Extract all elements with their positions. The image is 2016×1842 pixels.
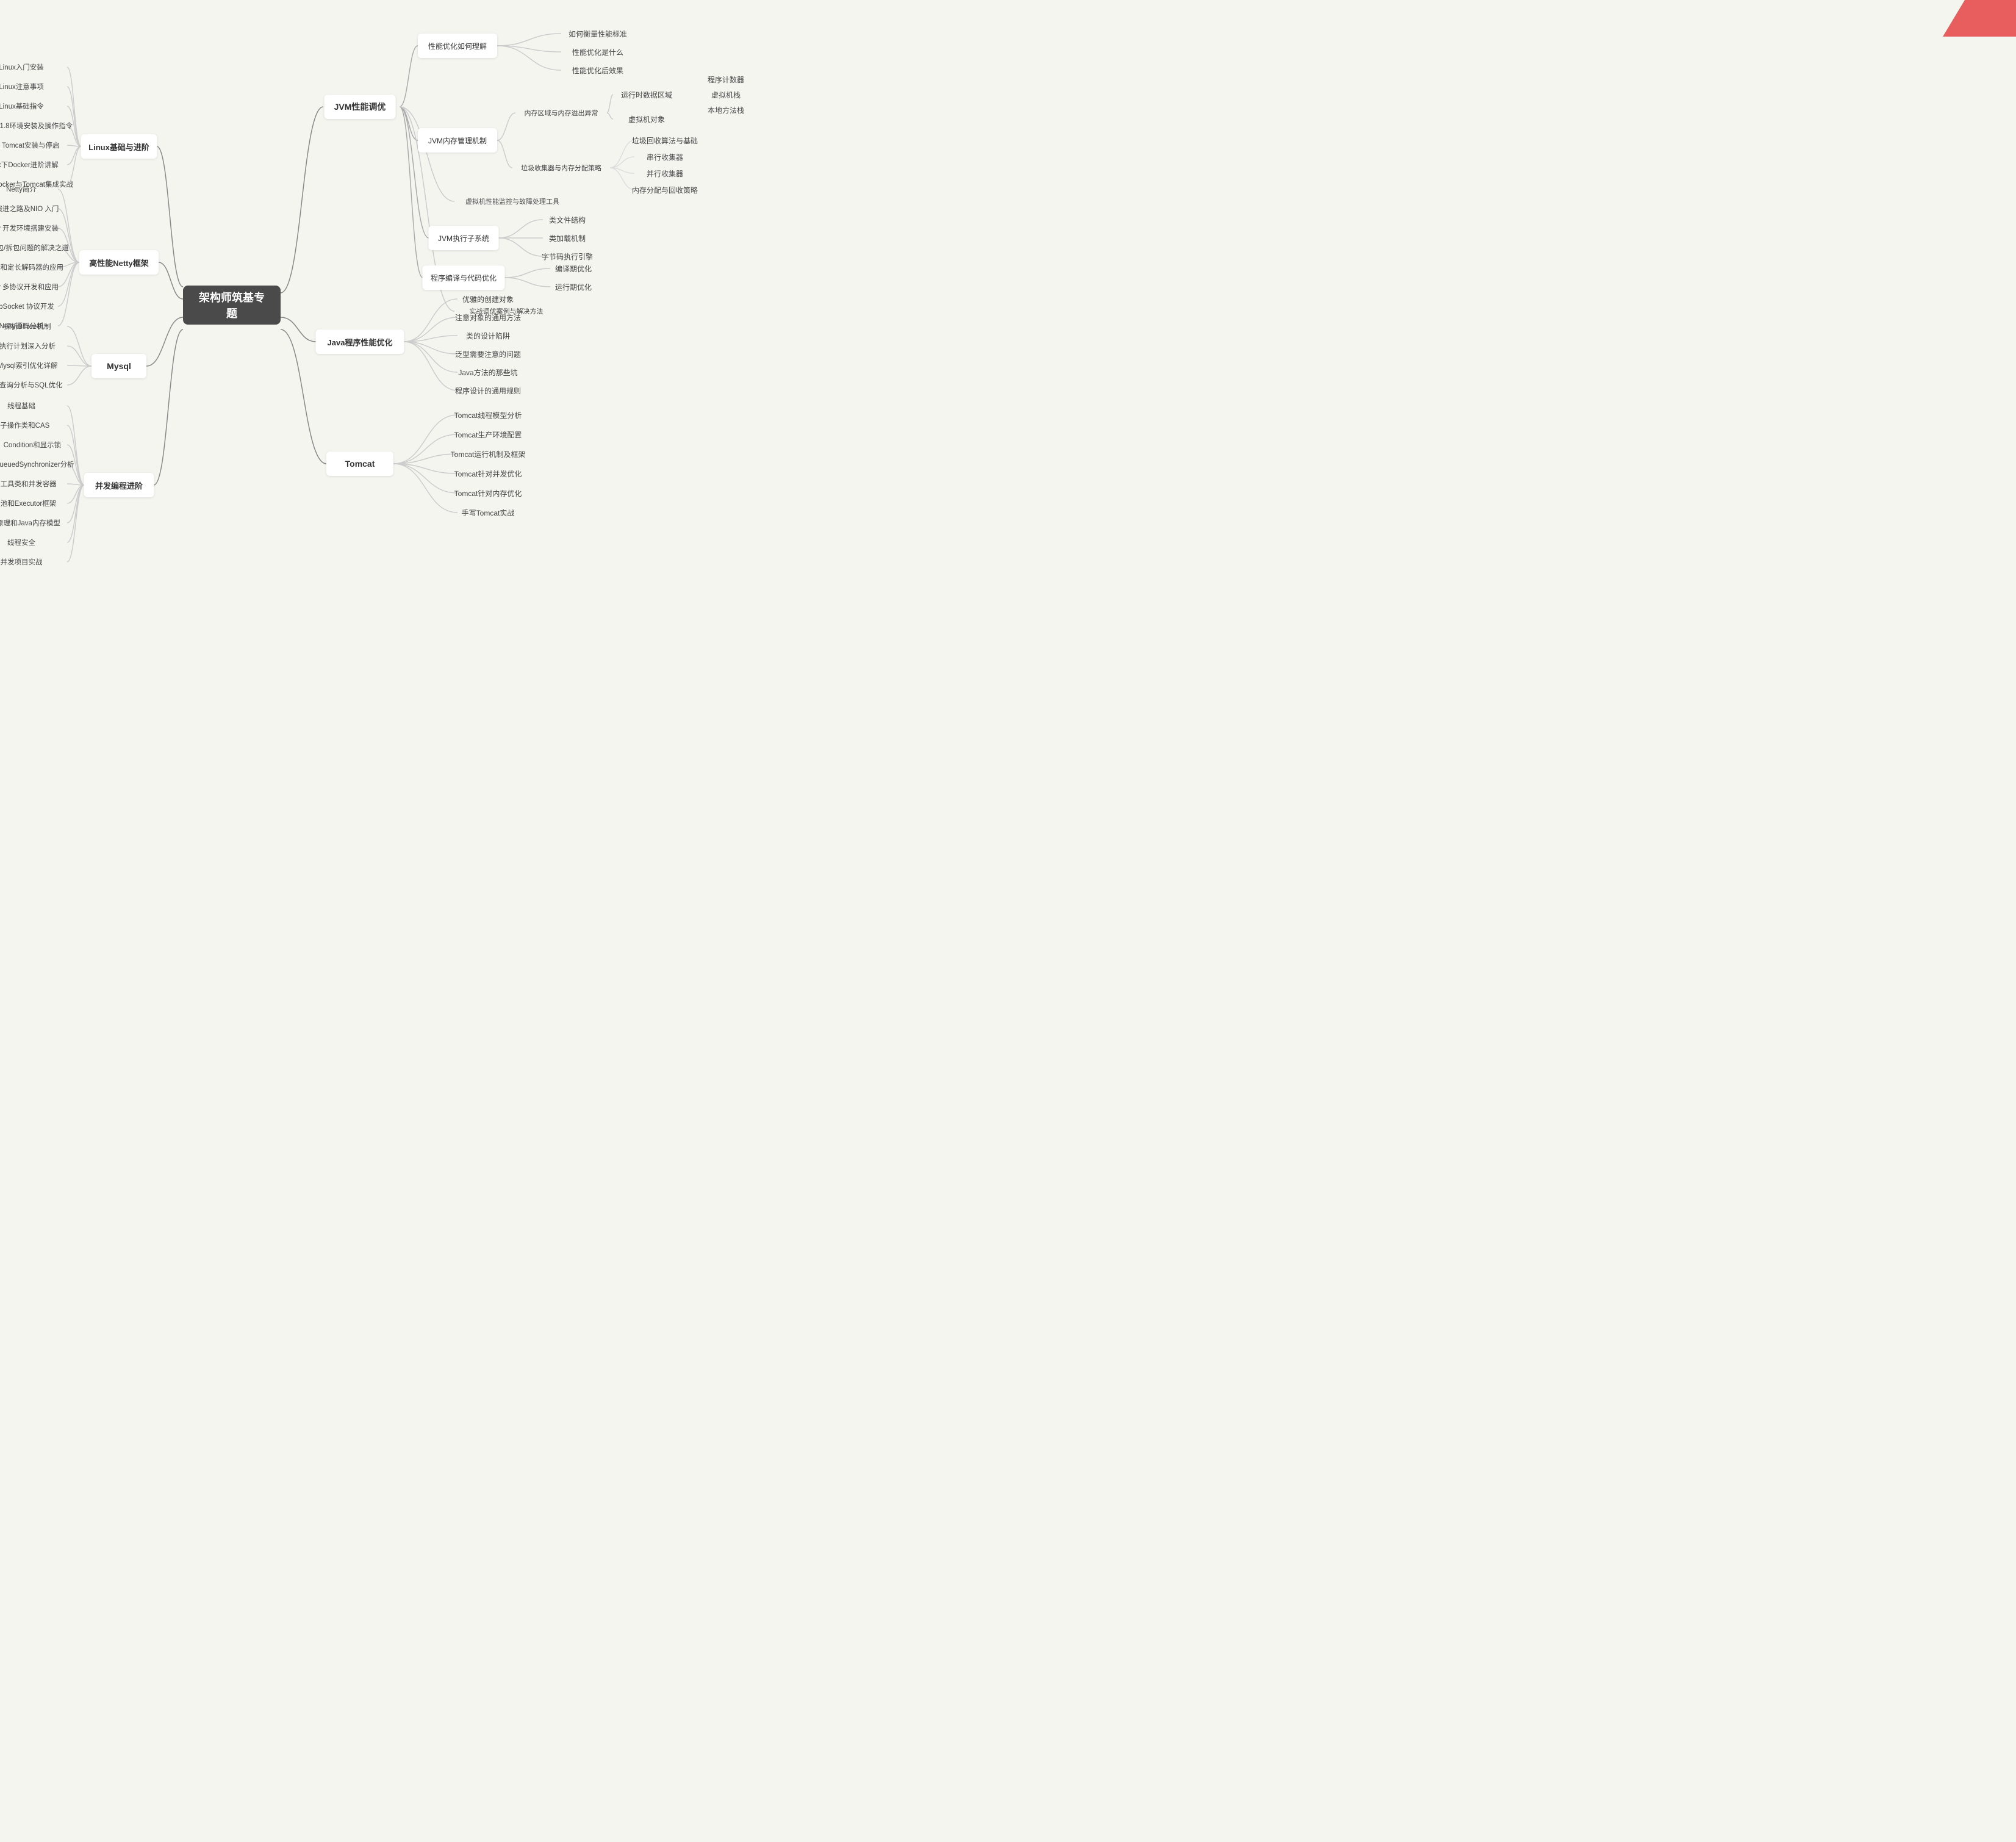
node-原子操作类和CAS: 原子操作类和CAS — [0, 418, 49, 433]
node-注意对象的通用方法: 注意对象的通用方法 — [455, 310, 521, 325]
node-程序编译与代码优化[interactable]: 程序编译与代码优化 — [423, 265, 505, 290]
node-Lock、Condition和显示锁: Lock、Condition和显示锁 — [0, 437, 61, 452]
node-并发工具类和并发容器: 并发工具类和并发容器 — [0, 477, 57, 491]
node-编译期优化: 编译期优化 — [555, 261, 592, 276]
node-WebSocket-协议开发: WebSocket 协议开发 — [0, 299, 54, 314]
node-线程安全: 线程安全 — [7, 535, 35, 550]
node-Linux-Jdk1.8环境安装及操作指: Linux Jdk1.8环境安装及操作指令 — [0, 118, 73, 133]
node-TCP-粘包/拆包问题的解决之道: TCP 粘包/拆包问题的解决之道 — [0, 240, 69, 255]
node-类的设计陷阱: 类的设计陷阱 — [466, 328, 510, 343]
node-Linux入门安装: Linux入门安装 — [0, 60, 44, 74]
node-并发编程进阶[interactable]: 并发编程进阶 — [84, 473, 154, 497]
node-线程池和Executor框架: 线程池和Executor框架 — [0, 496, 56, 511]
node-垃圾回收算法与基础: 垃圾回收算法与基础 — [632, 133, 698, 148]
mind-map: 架构师筑基专题 JVM性能调优 性能优化如何理解 如何衡量性能标准性能优化是什么性能优… — [0, 0, 671, 610]
node-Linux-Tomcat安装与停启: Linux Tomcat安装与停启 — [0, 138, 60, 153]
node-Linux基础指令: Linux基础指令 — [0, 99, 44, 113]
node-I/O-演进之路及NIO-入门: I/O 演进之路及NIO 入门 — [0, 201, 59, 216]
node-执行计划深入分析: 执行计划深入分析 — [0, 339, 56, 353]
node-程序设计的通用规则: 程序设计的通用规则 — [455, 383, 521, 398]
node-JVM性能调优[interactable]: JVM性能调优 — [325, 95, 396, 119]
node-线程基础: 线程基础 — [7, 398, 35, 413]
node-垃圾收集器与内存分配策略: 垃圾收集器与内存分配策略 — [521, 160, 601, 175]
node-虚拟机对象: 虚拟机对象 — [628, 112, 665, 126]
node-性能优化是什么: 性能优化是什么 — [572, 45, 623, 59]
node-Tomcat运行机制及框架: Tomcat运行机制及框架 — [451, 447, 526, 461]
node-手写Tomcat实战: 手写Tomcat实战 — [462, 505, 515, 520]
node-性能优化后效果: 性能优化后效果 — [572, 63, 623, 77]
node-Java程序性能优化[interactable]: Java程序性能优化 — [316, 329, 404, 354]
node-内存区域与内存溢出异常: 内存区域与内存溢出异常 — [525, 106, 598, 120]
node-Linux下Docker与Tomcat集: Linux下Docker与Tomcat集成实战 — [0, 177, 73, 192]
node-泛型需要注意的问题: 泛型需要注意的问题 — [455, 347, 521, 361]
node-Tomcat针对内存优化: Tomcat针对内存优化 — [454, 486, 522, 500]
node-实现原理和Java内存模型: 实现原理和Java内存模型 — [0, 516, 60, 530]
node-虚拟机性能监控与故障处理工具: 虚拟机性能监控与故障处理工具 — [465, 194, 559, 209]
node-Linux下Docker进阶讲解: Linux下Docker进阶讲解 — [0, 157, 59, 172]
node-如何衡量性能标准: 如何衡量性能标准 — [569, 26, 627, 41]
node-JVM执行子系统[interactable]: JVM执行子系统 — [429, 226, 499, 250]
node-Linux基础与进阶[interactable]: Linux基础与进阶 — [81, 134, 157, 159]
node-Tomcat针对并发优化: Tomcat针对并发优化 — [454, 466, 522, 481]
node-AbstractQueuedSynchr: AbstractQueuedSynchronizer分析 — [0, 457, 74, 472]
node-并发项目实战: 并发项目实战 — [1, 555, 43, 569]
node-本地方法栈: 本地方法栈 — [708, 103, 744, 117]
node-JVM内存管理机制[interactable]: JVM内存管理机制 — [418, 128, 497, 153]
node-类加载机制: 类加载机制 — [549, 231, 586, 245]
connections-svg — [0, 0, 671, 610]
watermark — [1943, 0, 2016, 37]
node-架构师筑基专题[interactable]: 架构师筑基专题 — [183, 286, 281, 325]
node-探析BTree机制: 探析BTree机制 — [4, 319, 51, 334]
node-并行收集器: 并行收集器 — [647, 166, 683, 181]
node-优雅的创建对象: 优雅的创建对象 — [462, 292, 514, 306]
node-内存分配与回收策略: 内存分配与回收策略 — [632, 182, 698, 197]
node-Mysql[interactable]: Mysql — [91, 354, 146, 378]
node-Tomcat线程模型分析: Tomcat线程模型分析 — [454, 408, 522, 422]
node-程序计数器: 程序计数器 — [708, 72, 744, 87]
node-Linux注意事项: Linux注意事项 — [0, 79, 44, 94]
node-Tomcat生产环境配置: Tomcat生产环境配置 — [454, 427, 522, 442]
node-Mysql索引优化详解: Mysql索引优化详解 — [0, 358, 58, 373]
node-Tomcat[interactable]: Tomcat — [326, 452, 393, 476]
node-慢查询分析与SQL优化: 慢查询分析与SQL优化 — [0, 378, 63, 392]
node-运行期优化: 运行期优化 — [555, 279, 592, 294]
node-Netty-开发环境搭建安装: Netty 开发环境搭建安装 — [0, 221, 59, 236]
node-虚拟机栈: 虚拟机栈 — [711, 87, 741, 102]
node-类文件结构: 类文件结构 — [549, 212, 586, 227]
node-分隔符和定长解码器的应用: 分隔符和定长解码器的应用 — [0, 260, 63, 275]
node-高性能Netty框架[interactable]: 高性能Netty框架 — [79, 250, 159, 275]
node-性能优化如何理解[interactable]: 性能优化如何理解 — [418, 34, 497, 58]
node-串行收集器: 串行收集器 — [647, 149, 683, 164]
node-Netty-多协议开发和应用: Netty 多协议开发和应用 — [0, 279, 59, 294]
node-运行时数据区域: 运行时数据区域 — [621, 87, 672, 102]
node-Java方法的那些坑: Java方法的那些坑 — [458, 365, 517, 380]
